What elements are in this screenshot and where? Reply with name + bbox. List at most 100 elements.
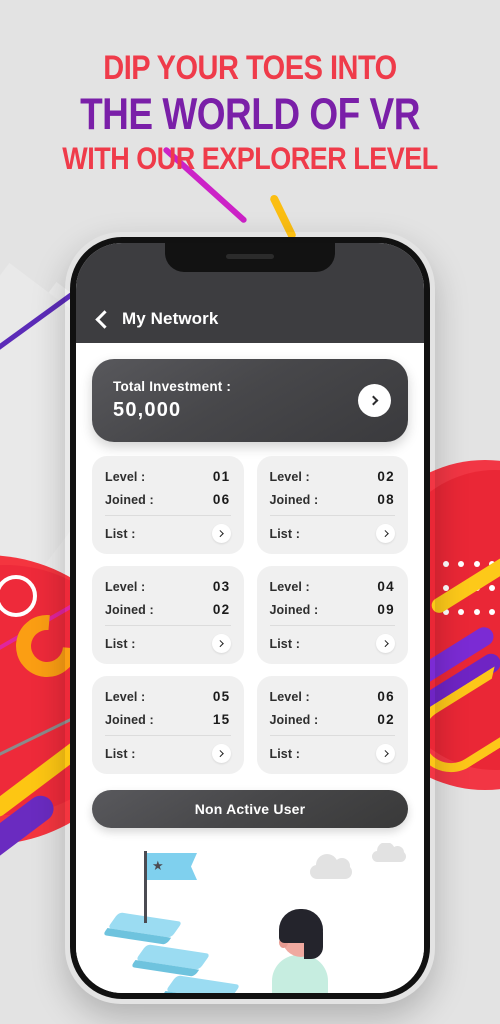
phone-notch	[165, 243, 335, 272]
list-open-button[interactable]	[211, 524, 231, 543]
page-title: My Network	[122, 309, 219, 328]
joined-value: 08	[377, 492, 395, 507]
level-card[interactable]: Level : 03 Joined : 02 List :	[92, 566, 244, 664]
level-value: 02	[377, 469, 395, 484]
list-label: List :	[269, 526, 300, 541]
level-row: Level : 06	[270, 689, 396, 704]
joined-row: Joined : 15	[105, 712, 231, 727]
list-label: List :	[269, 746, 300, 761]
cloud-icon	[310, 854, 352, 879]
person-hair-back-icon	[304, 919, 323, 959]
person-body-icon	[272, 955, 328, 993]
phone-frame: My Network Total Investment : 50,000 Lev…	[70, 237, 430, 999]
investment-text-block: Total Investment : 50,000	[113, 379, 231, 422]
cloud-icon	[372, 843, 406, 862]
stacked-steps-icon	[135, 944, 211, 970]
investment-label: Total Investment :	[113, 379, 232, 394]
speaker-slit-icon	[226, 254, 274, 259]
card-divider	[269, 735, 395, 736]
level-card[interactable]: Level : 06 Joined : 02 List :	[256, 676, 408, 774]
level-row: Level : 02	[270, 469, 396, 484]
level-card[interactable]: Level : 04 Joined : 09 List :	[256, 566, 408, 664]
chevron-right-icon	[217, 640, 224, 647]
list-open-button[interactable]	[376, 524, 395, 543]
chevron-right-icon	[217, 530, 224, 537]
joined-value: 09	[377, 602, 395, 617]
investment-detail-button[interactable]	[358, 384, 391, 417]
list-open-button[interactable]	[211, 634, 231, 653]
card-divider	[105, 735, 231, 736]
stacked-steps-icon	[165, 975, 241, 993]
card-divider	[105, 515, 231, 516]
level-value: 05	[212, 689, 231, 704]
chevron-right-icon	[217, 750, 224, 757]
list-open-button[interactable]	[211, 744, 231, 763]
joined-label: Joined :	[105, 492, 154, 507]
non-active-user-button[interactable]: Non Active User	[92, 790, 408, 828]
level-cards-grid: Level : 01 Joined : 06 List : Level: 02…	[92, 456, 408, 774]
list-label: List :	[269, 636, 300, 651]
list-row[interactable]: List :	[269, 524, 395, 543]
investment-value: 50,000	[113, 399, 182, 421]
list-open-button[interactable]	[376, 634, 395, 653]
chevron-right-icon	[381, 640, 388, 647]
list-label: List :	[105, 526, 136, 541]
level-label: Level :	[269, 689, 310, 704]
joined-row: Joined : 08	[270, 492, 396, 507]
joined-value: 02	[212, 602, 231, 617]
joined-label: Joined :	[269, 492, 319, 507]
joined-value: 06	[212, 492, 231, 507]
level-value: 01	[212, 469, 231, 484]
level-label: Level :	[105, 469, 146, 484]
joined-row: Joined : 06	[105, 492, 231, 507]
total-investment-card[interactable]: Total Investment : 50,000	[92, 359, 408, 442]
joined-label: Joined :	[105, 602, 154, 617]
list-row[interactable]: List :	[105, 634, 231, 653]
bottom-illustration	[76, 843, 424, 993]
chevron-right-icon	[381, 750, 388, 757]
flag-pole-icon	[144, 851, 147, 923]
headline-line-1: DIP YOUR TOES INTO	[103, 49, 397, 88]
joined-value: 15	[212, 712, 231, 727]
headline-line-2: THE WORLD OF VR	[80, 89, 420, 139]
card-divider	[269, 625, 395, 626]
phone-mockup: My Network Total Investment : 50,000 Lev…	[65, 232, 435, 1004]
card-divider	[269, 515, 395, 516]
chevron-right-icon	[368, 395, 379, 406]
level-row: Level : 01	[105, 469, 231, 484]
phone-screen: My Network Total Investment : 50,000 Lev…	[76, 243, 424, 993]
headline-line-3: WITH OUR EXPLORER LEVEL	[62, 140, 438, 177]
level-value: 06	[377, 689, 395, 704]
app-body: Total Investment : 50,000 Level : 01 Joi…	[76, 343, 424, 993]
chevron-left-icon[interactable]	[95, 310, 114, 329]
list-row[interactable]: List :	[269, 744, 395, 763]
joined-label: Joined :	[269, 712, 319, 727]
list-row[interactable]: List :	[105, 524, 231, 543]
joined-label: Joined :	[269, 602, 319, 617]
list-row[interactable]: List :	[269, 634, 395, 653]
list-open-button[interactable]	[376, 744, 395, 763]
joined-value: 02	[377, 712, 395, 727]
level-card[interactable]: Level : 01 Joined : 06 List :	[92, 456, 244, 554]
joined-label: Joined :	[105, 712, 154, 727]
level-card[interactable]: Level : 02 Joined : 08 List :	[256, 456, 408, 554]
level-row: Level : 05	[105, 689, 231, 704]
list-row[interactable]: List :	[105, 744, 231, 763]
list-label: List :	[105, 746, 136, 761]
poster-headline: DIP YOUR TOES INTO THE WORLD OF VR WITH …	[0, 49, 500, 174]
level-label: Level :	[105, 689, 146, 704]
level-label: Level :	[269, 579, 310, 594]
level-row: Level : 04	[270, 579, 396, 594]
joined-row: Joined : 09	[270, 602, 396, 617]
list-label: List :	[105, 636, 136, 651]
joined-row: Joined : 02	[105, 602, 231, 617]
level-label: Level :	[269, 469, 310, 484]
level-label: Level :	[105, 579, 146, 594]
card-divider	[105, 625, 231, 626]
level-value: 04	[377, 579, 395, 594]
chevron-right-icon	[381, 530, 388, 537]
level-value: 03	[212, 579, 231, 594]
level-row: Level : 03	[105, 579, 231, 594]
level-card[interactable]: Level : 05 Joined : 15 List :	[92, 676, 244, 774]
joined-row: Joined : 02	[270, 712, 396, 727]
